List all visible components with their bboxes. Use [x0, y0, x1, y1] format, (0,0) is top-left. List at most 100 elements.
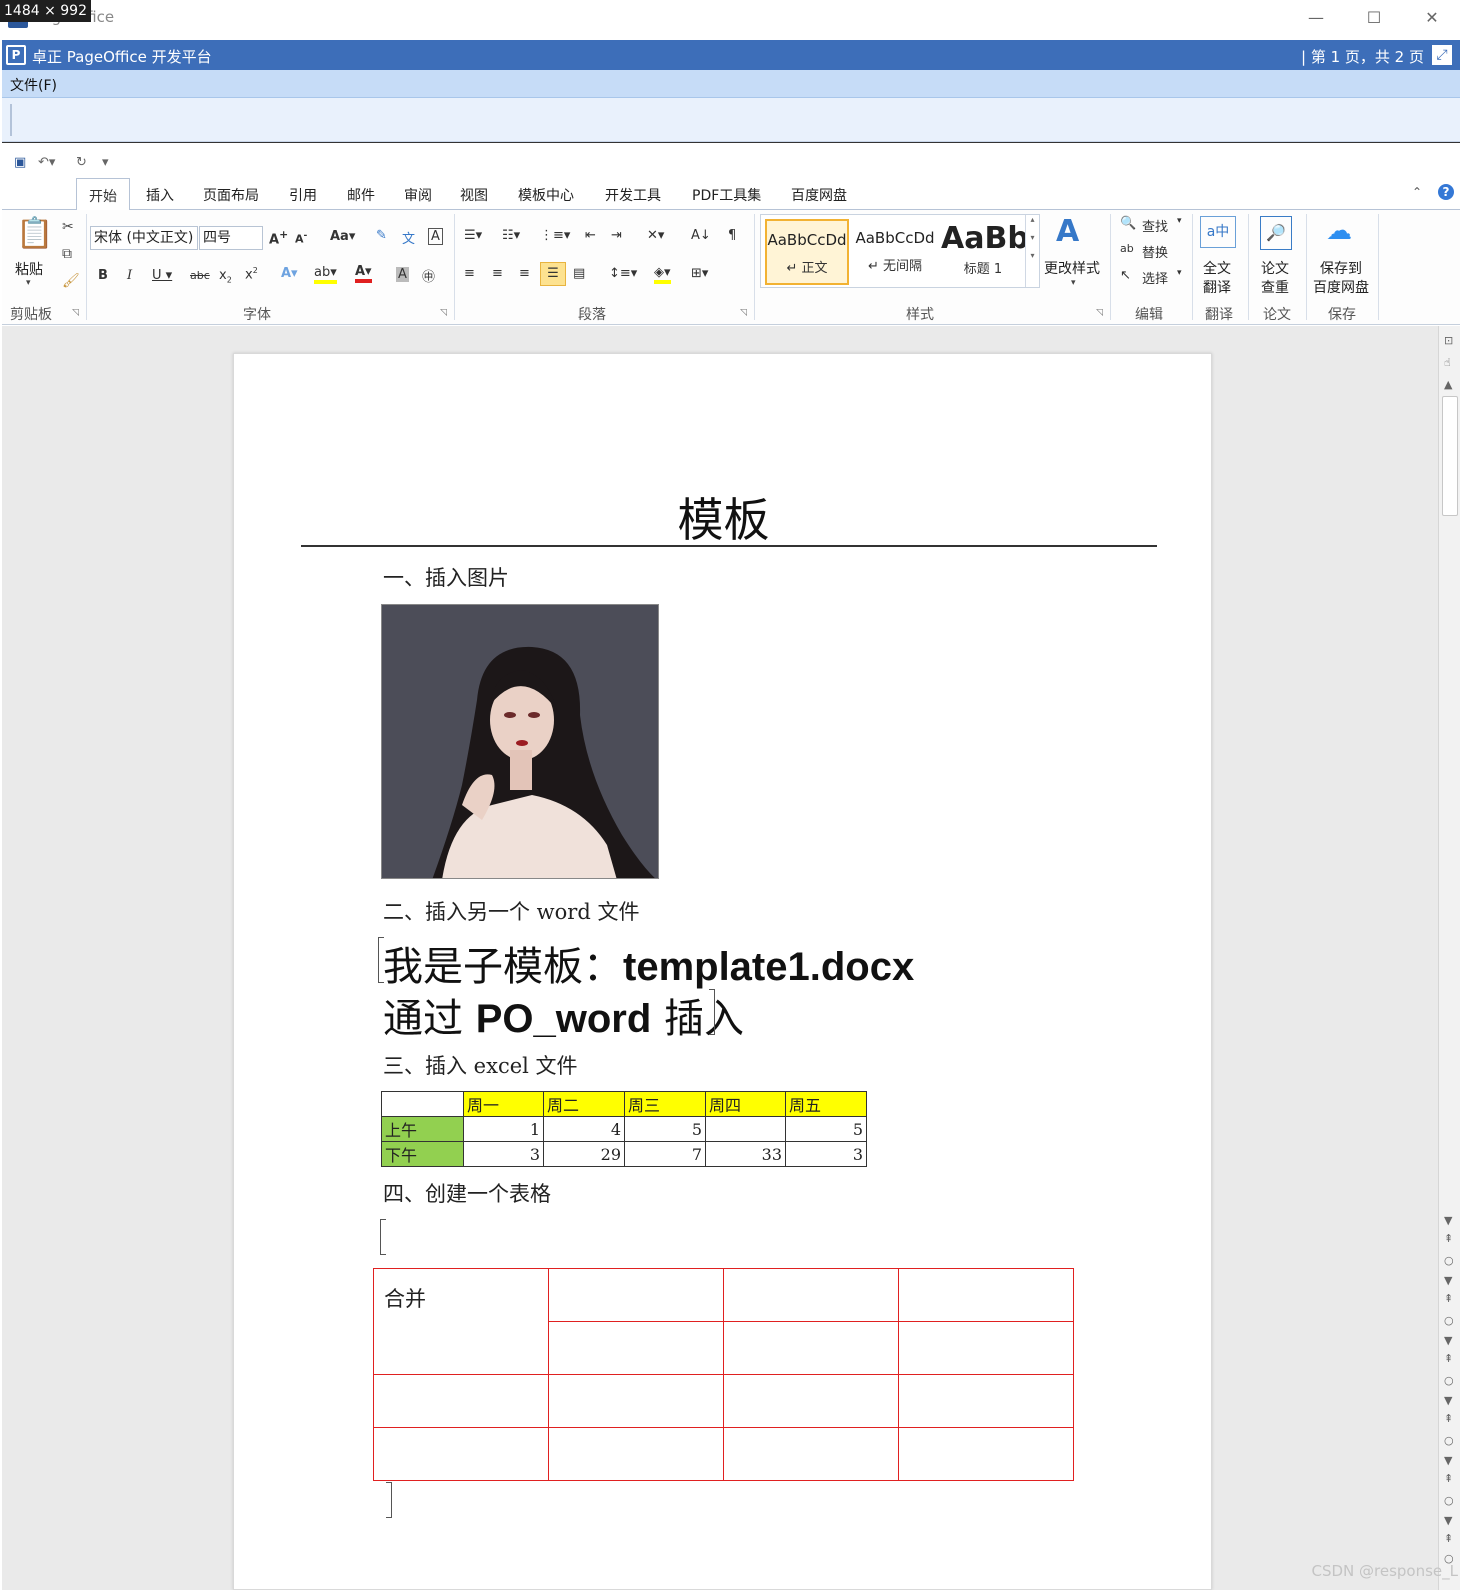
tab-pdf-tools[interactable]: PDF工具集	[684, 185, 769, 205]
prev-page-icon[interactable]: ⇞	[1444, 1412, 1453, 1425]
minimize-ribbon-icon[interactable]: ⌃	[1412, 185, 1422, 199]
italic-icon[interactable]: I	[127, 268, 132, 283]
table-cell[interactable]	[548, 1427, 724, 1481]
next-page-icon[interactable]: ▼	[1444, 1454, 1452, 1467]
cut-icon[interactable]: ✂	[62, 219, 74, 235]
prev-page-icon[interactable]: ⇞	[1444, 1232, 1453, 1245]
browse-object-icon[interactable]: ○	[1444, 1374, 1454, 1387]
next-page-icon[interactable]: ▼	[1444, 1334, 1452, 1347]
multilevel-list-icon[interactable]: ⋮≡▾	[540, 228, 570, 243]
scroll-thumb[interactable]	[1442, 396, 1458, 516]
tab-baidu-netdisk[interactable]: 百度网盘	[783, 185, 855, 205]
style-heading-1[interactable]: AaBb 标题 1	[941, 219, 1025, 285]
font-launcher-icon[interactable]: ◹	[440, 308, 447, 318]
line-spacing-icon[interactable]: ↕≡▾	[609, 266, 637, 281]
clear-format-icon[interactable]: ✎	[376, 228, 387, 243]
tab-page-layout[interactable]: 页面布局	[195, 185, 267, 205]
shading-icon[interactable]: ◈▾	[654, 265, 671, 284]
subscript-icon[interactable]: x2	[219, 268, 232, 285]
table-cell[interactable]	[548, 1374, 724, 1428]
prev-page-icon[interactable]: ⇞	[1444, 1292, 1453, 1305]
scroll-up-icon[interactable]: ▲	[1444, 378, 1452, 391]
created-table[interactable]: 合并	[373, 1268, 1074, 1481]
font-color-icon[interactable]: A▾	[355, 264, 372, 283]
menu-file[interactable]: 文件(F)	[10, 75, 57, 95]
align-left-icon[interactable]: ≡	[464, 266, 475, 281]
table-cell[interactable]	[373, 1427, 549, 1481]
paste-dropdown-icon[interactable]: ▾	[26, 278, 31, 288]
ruler-toggle-icon[interactable]: ⊡	[1444, 334, 1453, 347]
prev-page-icon[interactable]: ⇞	[1444, 1352, 1453, 1365]
translate-icon[interactable]: a中	[1200, 216, 1236, 248]
table-cell[interactable]	[723, 1427, 899, 1481]
tab-insert[interactable]: 插入	[138, 185, 182, 205]
paper-check-button-line2[interactable]: 查重	[1261, 277, 1289, 297]
shrink-font-icon[interactable]: A-	[295, 230, 307, 246]
table-cell[interactable]	[548, 1321, 724, 1375]
customize-qat-icon[interactable]: ▾	[102, 155, 109, 170]
next-page-icon[interactable]: ▼	[1444, 1274, 1452, 1287]
select-button[interactable]: 选择	[1142, 268, 1168, 287]
table-cell[interactable]	[723, 1321, 899, 1375]
copy-icon[interactable]: ⧉	[62, 246, 72, 262]
paper-check-button-line1[interactable]: 论文	[1261, 258, 1289, 278]
table-cell[interactable]	[898, 1427, 1074, 1481]
enclose-characters-icon[interactable]: ㊥	[422, 266, 435, 285]
translate-button-line1[interactable]: 全文	[1203, 258, 1231, 278]
font-size-select[interactable]: 四号	[199, 226, 263, 250]
style-gallery-scroll[interactable]: ▴ ▾ ▾	[1025, 215, 1039, 287]
next-page-icon[interactable]: ▼	[1444, 1394, 1452, 1407]
clipboard-launcher-icon[interactable]: ◹	[72, 308, 79, 318]
style-no-spacing[interactable]: AaBbCcDd ↵ 无间隔	[853, 219, 937, 285]
browse-object-icon[interactable]: ○	[1444, 1314, 1454, 1327]
tab-view[interactable]: 视图	[452, 185, 496, 205]
change-styles-dropdown-icon[interactable]: ▾	[1071, 278, 1076, 288]
character-border-icon[interactable]: A	[428, 228, 443, 245]
grow-font-icon[interactable]: A+	[269, 228, 288, 247]
sort-icon[interactable]: A↓	[691, 228, 711, 243]
text-effects-icon[interactable]: A▾	[281, 266, 298, 281]
format-painter-icon[interactable]: 🖌	[62, 273, 80, 289]
save-to-netdisk-line2[interactable]: 百度网盘	[1313, 277, 1369, 297]
font-name-select[interactable]: 宋体 (中文正文)	[90, 226, 198, 250]
browse-object-icon[interactable]: ○	[1444, 1434, 1454, 1447]
change-case-icon[interactable]: Aa▾	[330, 229, 355, 244]
prev-page-icon[interactable]: ⇞	[1444, 1472, 1453, 1485]
table-cell[interactable]	[898, 1321, 1074, 1375]
underline-icon[interactable]: U ▾	[152, 268, 172, 283]
tab-references[interactable]: 引用	[281, 185, 325, 205]
table-cell[interactable]	[898, 1268, 1074, 1322]
tab-template-center[interactable]: 模板中心	[510, 185, 582, 205]
plagiarism-check-icon[interactable]: 🔎	[1260, 216, 1292, 250]
vertical-scrollbar[interactable]: ⊡ ☝ ▲ ▼ ⇞ ○ ▼ ⇞ ○ ▼ ⇞ ○ ▼ ⇞ ○ ▼ ⇞ ○ ▼ ⇞ …	[1438, 326, 1460, 1590]
highlight-icon[interactable]: ab▾	[314, 265, 337, 284]
paste-icon[interactable]: 📋	[16, 216, 53, 251]
baidu-netdisk-icon[interactable]: ☁	[1326, 216, 1352, 246]
show-marks-icon[interactable]: ¶	[728, 228, 736, 243]
find-dropdown-icon[interactable]: ▾	[1177, 216, 1182, 226]
align-right-icon[interactable]: ≡	[519, 266, 530, 281]
translate-button-line2[interactable]: 翻译	[1203, 277, 1231, 297]
maximize-button[interactable]: ☐	[1354, 4, 1394, 32]
document-page[interactable]: 模板 一、插入图片 二、插入另一个 word 文件 我是子模板：template…	[233, 353, 1212, 1590]
find-button[interactable]: 查找	[1142, 216, 1168, 235]
merged-cell[interactable]: 合并	[373, 1268, 549, 1375]
table-cell[interactable]	[373, 1374, 549, 1428]
save-to-netdisk-line1[interactable]: 保存到	[1320, 258, 1362, 278]
close-button[interactable]: ✕	[1412, 4, 1452, 32]
table-cell[interactable]	[723, 1268, 899, 1322]
tab-review[interactable]: 审阅	[396, 185, 440, 205]
help-icon[interactable]: ?	[1438, 184, 1454, 200]
inserted-image[interactable]	[381, 604, 659, 879]
paragraph-launcher-icon[interactable]: ◹	[740, 308, 747, 318]
excel-table[interactable]: 周一 周二 周三 周四 周五 上午 1 4 5 5 下午 3 29 7 33 3	[381, 1091, 867, 1167]
save-icon[interactable]: ▣	[14, 155, 26, 170]
character-shading-icon[interactable]: A	[396, 267, 409, 282]
phonetic-guide-icon[interactable]: 文	[402, 228, 415, 247]
browse-object-icon[interactable]: ○	[1444, 1254, 1454, 1267]
bullets-icon[interactable]: ☰▾	[464, 228, 482, 243]
change-styles-button[interactable]: 更改样式	[1044, 258, 1100, 278]
table-cell[interactable]	[548, 1268, 724, 1322]
minimize-button[interactable]: —	[1296, 4, 1336, 32]
numbering-icon[interactable]: ☷▾	[502, 228, 520, 243]
